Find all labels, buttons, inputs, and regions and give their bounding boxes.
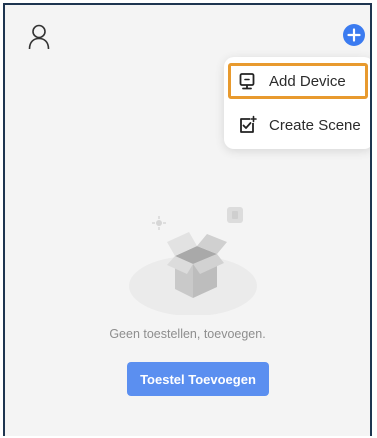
empty-box-icon — [129, 207, 257, 315]
add-device-button[interactable]: Toestel Toevoegen — [127, 362, 269, 396]
menu-item-label: Add Device — [269, 72, 346, 90]
add-device-icon — [239, 73, 255, 90]
menu-item-create-scene[interactable]: Create Scene — [228, 107, 368, 143]
empty-state-message: Geen toestellen, toevoegen. — [109, 327, 266, 341]
menu-item-label: Create Scene — [269, 116, 361, 134]
profile-icon[interactable] — [28, 24, 50, 50]
app-screen: Add Device Create Scene Geen toestellen,… — [3, 3, 372, 436]
create-scene-icon — [240, 115, 257, 133]
top-bar — [5, 5, 370, 55]
add-icon[interactable] — [342, 23, 366, 47]
menu-item-add-device[interactable]: Add Device — [228, 63, 368, 99]
dropdown-menu: Add Device Create Scene — [224, 57, 370, 149]
